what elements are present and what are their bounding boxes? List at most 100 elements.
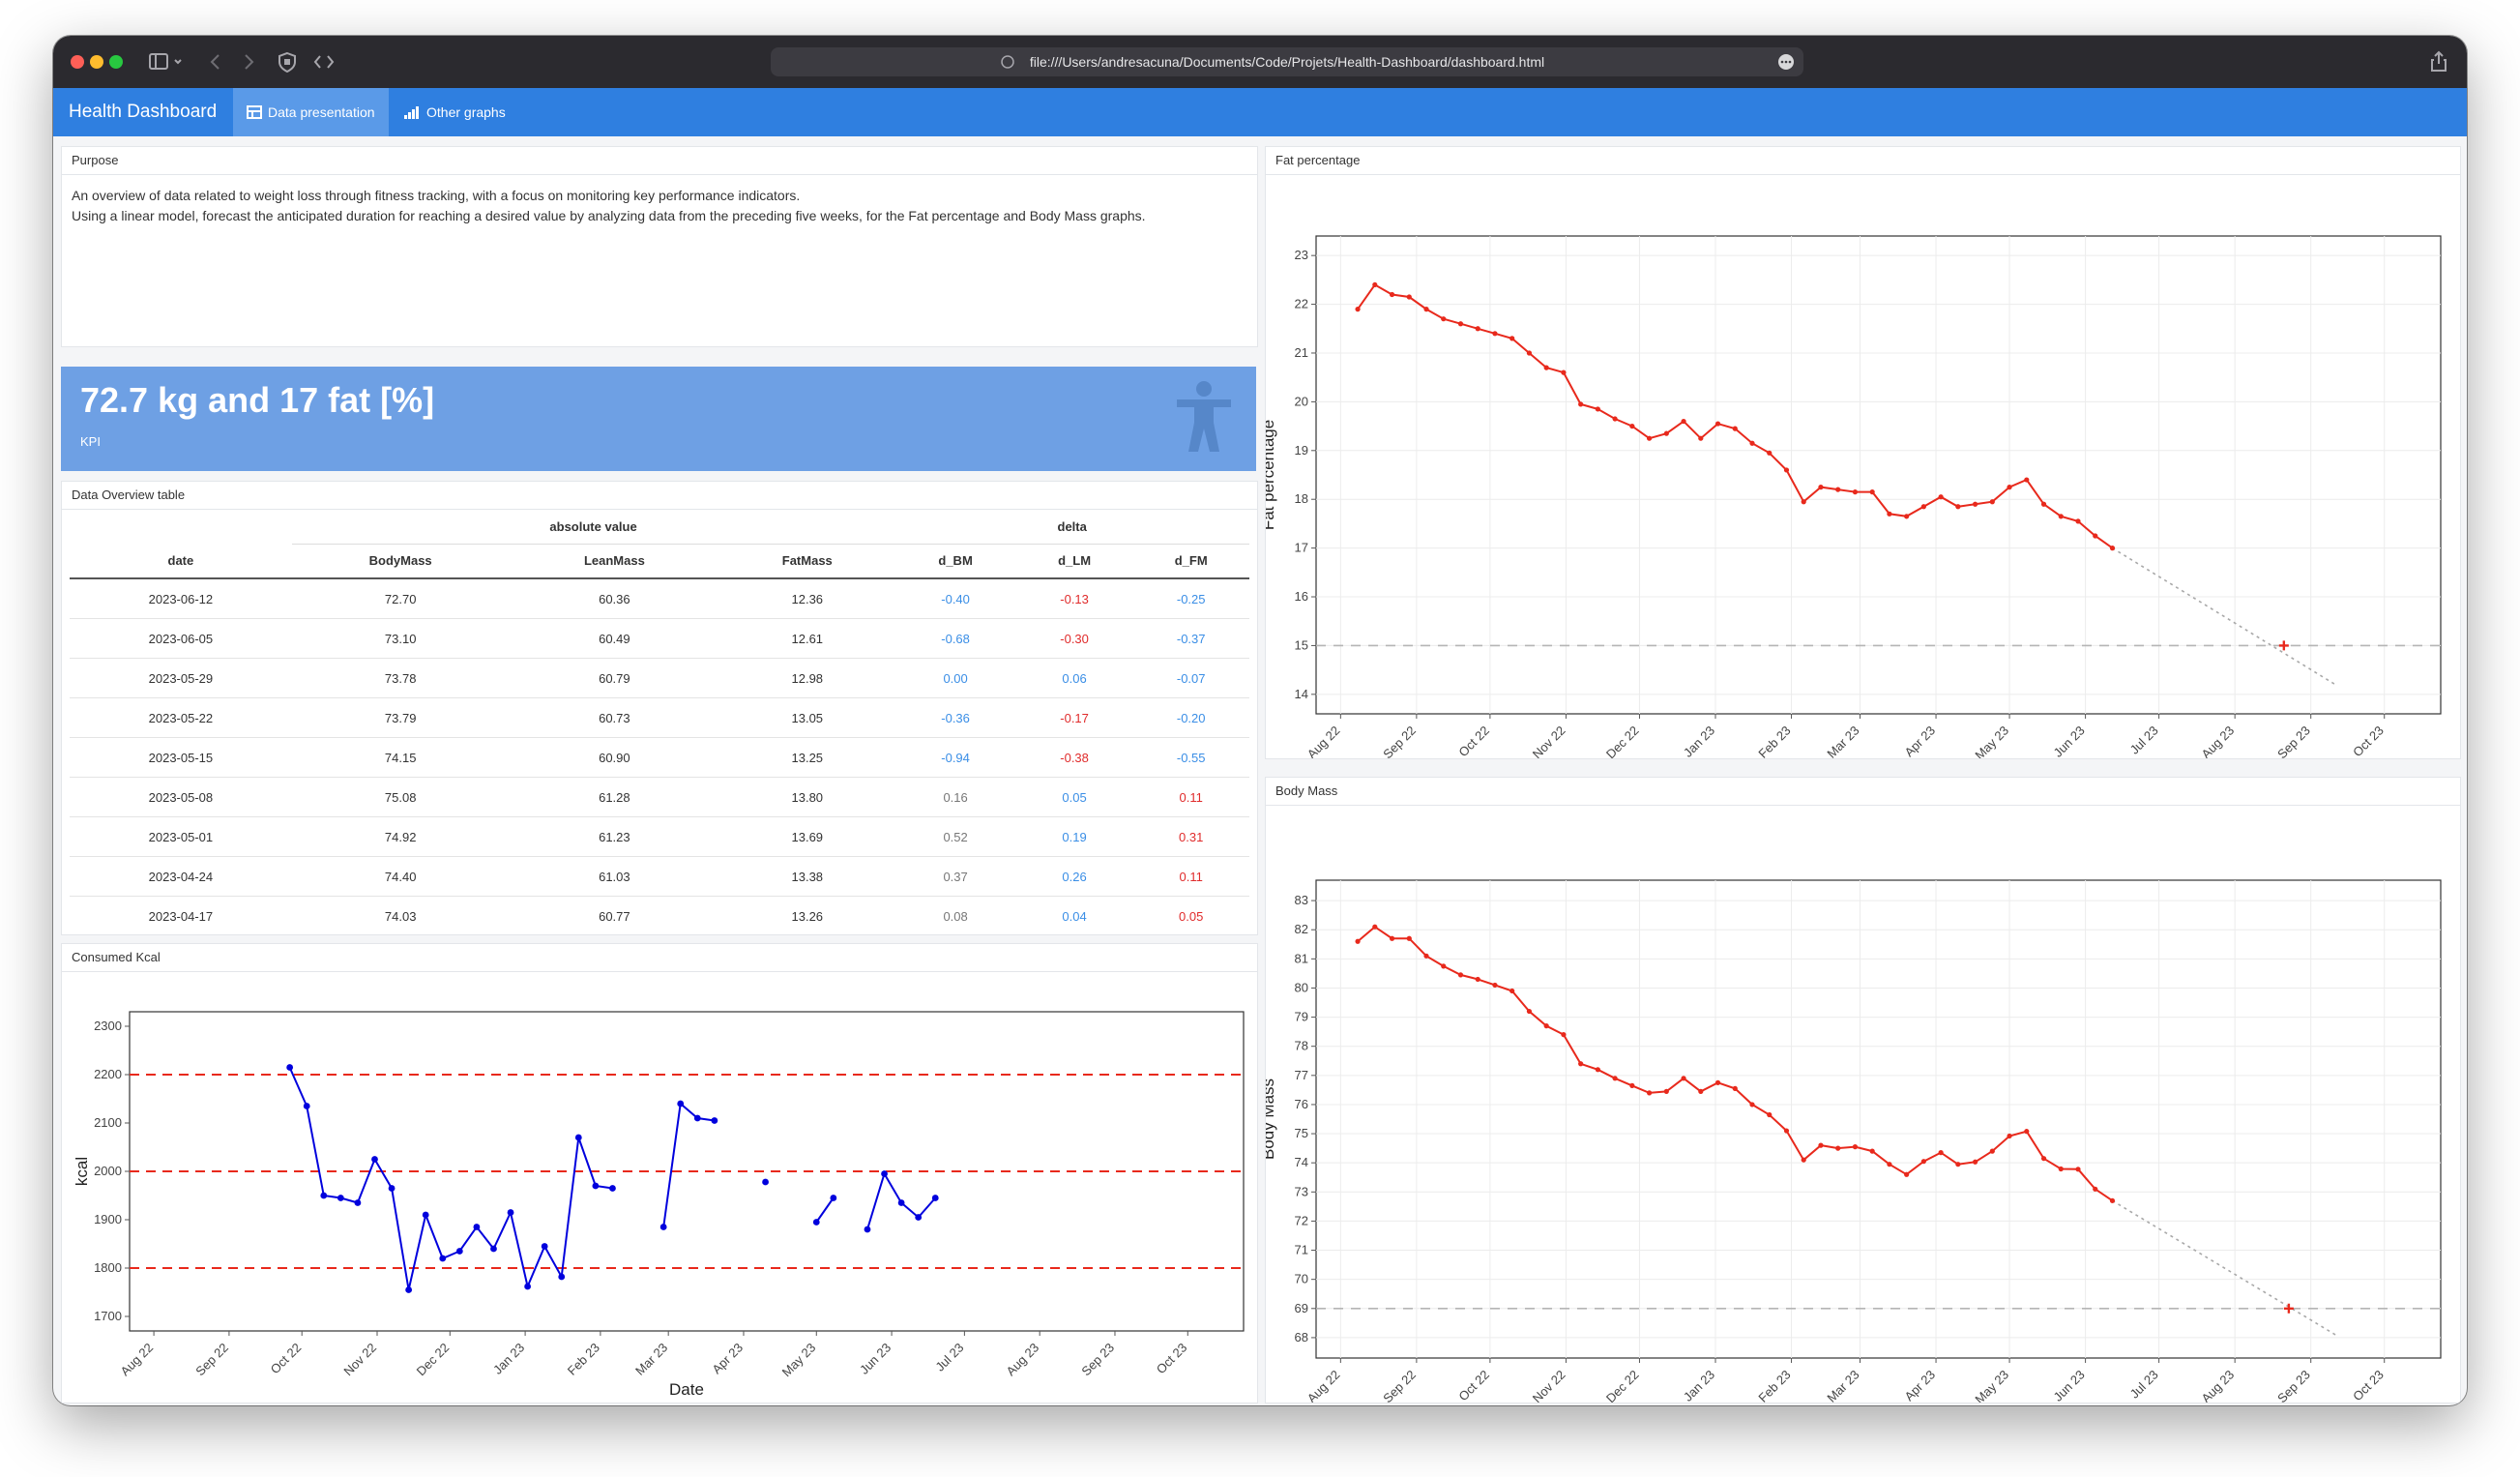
table-cell-leanmass: 61.03 xyxy=(509,856,720,897)
x-tick-label: Mar 23 xyxy=(632,1341,670,1378)
column-header-fatmass[interactable]: FatMass xyxy=(719,544,894,578)
data-point xyxy=(2058,1166,2064,1172)
table-cell-date: 2023-05-15 xyxy=(70,737,292,778)
x-tick-label: Nov 22 xyxy=(340,1341,379,1379)
y-tick-label: 16 xyxy=(1295,589,1308,604)
x-tick-label: Dec 22 xyxy=(1603,1368,1642,1403)
table-cell-leanmass: 60.73 xyxy=(509,697,720,738)
page-info-icon[interactable] xyxy=(1001,55,1014,74)
y-tick-label: 79 xyxy=(1295,1010,1308,1024)
back-arrow-icon[interactable] xyxy=(206,49,225,74)
data-overview-card: Data Overview table absolute value delta… xyxy=(61,481,1258,935)
data-point xyxy=(1681,418,1686,425)
table-cell-bodymass: 74.03 xyxy=(291,896,510,934)
table-cell-d-bm: 0.08 xyxy=(894,896,1016,934)
address-bar[interactable]: file:///Users/andresacuna/Documents/Code… xyxy=(771,47,1803,76)
kcal-card-title: Consumed Kcal xyxy=(62,944,1257,972)
purpose-line-1: An overview of data related to weight lo… xyxy=(72,188,801,203)
data-point xyxy=(830,1195,837,1201)
data-point xyxy=(1629,423,1635,429)
table-cell-date: 2023-05-01 xyxy=(70,816,292,857)
dashboard-brand[interactable]: Health Dashboard xyxy=(69,88,217,136)
table-cell-d-bm: 0.37 xyxy=(894,856,1016,897)
table-cell-d-lm: 0.26 xyxy=(1015,856,1133,897)
data-point xyxy=(1938,494,1944,500)
table-cell-bodymass: 74.92 xyxy=(291,816,510,857)
table-cell-bodymass: 72.70 xyxy=(291,578,510,619)
x-tick-label: Apr 23 xyxy=(1901,1368,1938,1403)
data-point xyxy=(1543,1023,1549,1029)
purpose-card-title: Purpose xyxy=(62,147,1257,175)
table-cell-d-fm: -0.07 xyxy=(1132,658,1249,698)
data-point xyxy=(1801,499,1806,505)
table-cell-fatmass: 12.61 xyxy=(719,618,895,659)
sidebar-toggle-icon[interactable] xyxy=(148,49,187,74)
table-cell-leanmass: 60.90 xyxy=(509,737,720,778)
table-cell-date: 2023-05-29 xyxy=(70,658,292,698)
y-tick-label: 19 xyxy=(1295,443,1308,458)
kcal-chart: 1700 1800 1900 2000 2100 2200 2300 Aug 22 Sep 22… xyxy=(73,1011,1245,1399)
data-point xyxy=(1714,421,1721,427)
table-cell-d-lm: -0.38 xyxy=(1015,737,1133,778)
data-point xyxy=(1406,935,1412,941)
data-point xyxy=(1423,953,1429,959)
y-tick-label: 72 xyxy=(1295,1213,1308,1227)
data-point xyxy=(422,1211,429,1219)
data-point xyxy=(1698,1088,1704,1094)
data-point xyxy=(1714,1079,1721,1085)
table-row: 2023-04-17 74.03 60.77 13.26 0.08 0.04 0.05 xyxy=(70,896,1249,934)
fat-card-title: Fat percentage xyxy=(1266,147,2460,175)
y-tick-label: 2100 xyxy=(94,1115,122,1130)
y-tick-label: 17 xyxy=(1295,541,1308,555)
forward-arrow-icon[interactable] xyxy=(239,49,258,74)
share-icon[interactable] xyxy=(2429,49,2448,74)
table-cell-date: 2023-05-08 xyxy=(70,777,292,817)
column-header-d-lm[interactable]: d_LM xyxy=(1016,544,1133,578)
data-point xyxy=(1646,435,1653,441)
y-tick-label: 20 xyxy=(1295,394,1308,408)
bar-chart-icon xyxy=(404,106,419,119)
table-cell-bodymass: 74.15 xyxy=(291,737,510,778)
more-options-icon[interactable] xyxy=(1778,54,1794,70)
y-tick-label: 73 xyxy=(1295,1184,1308,1198)
table-row: 2023-05-22 73.79 60.73 13.05 -0.36 -0.17 -0.20 xyxy=(70,697,1249,738)
data-point xyxy=(320,1192,328,1199)
x-tick-label: Jan 23 xyxy=(490,1341,527,1377)
shield-icon[interactable] xyxy=(276,49,299,74)
x-tick-label: Jun 23 xyxy=(2051,724,2088,758)
tab-data-presentation[interactable]: Data presentation xyxy=(233,88,389,136)
x-tick-label: Apr 23 xyxy=(1901,724,1938,758)
y-tick-label: 1700 xyxy=(94,1309,122,1323)
table-cell-bodymass: 73.10 xyxy=(291,618,510,659)
table-scroll-area[interactable]: absolute value delta date BodyMass LeanM… xyxy=(70,511,1249,934)
fat-percentage-chart: 14 15 16 17 18 19 20 21 22 23 Aug 22 Sep 22 Oct 22 No… xyxy=(1266,235,2442,758)
data-point xyxy=(1612,416,1618,422)
data-point xyxy=(337,1195,344,1201)
table-cell-fatmass: 12.98 xyxy=(719,658,895,698)
plot-panel xyxy=(1315,235,2442,715)
table-cell-d-bm: -0.36 xyxy=(894,697,1016,738)
data-point xyxy=(2058,514,2064,519)
y-tick-label: 83 xyxy=(1295,893,1308,907)
table-cell-fatmass: 13.26 xyxy=(719,896,895,934)
code-brackets-icon[interactable] xyxy=(312,49,336,74)
body-mass-chart: 68 69 70 71 72 73 74 75 76 77 78 79 80 81 82 83 Aug 22 Se… xyxy=(1266,879,2442,1403)
column-header-d-fm[interactable]: d_FM xyxy=(1132,544,1249,578)
y-tick-label: 22 xyxy=(1295,297,1308,311)
column-header-date[interactable]: date xyxy=(70,544,292,578)
data-point xyxy=(388,1185,396,1192)
tab-other-graphs[interactable]: Other graphs xyxy=(390,88,519,136)
table-cell-leanmass: 61.23 xyxy=(509,816,720,857)
table-icon xyxy=(247,105,262,119)
column-header-bodymass[interactable]: BodyMass xyxy=(292,544,510,578)
x-tick-label: Sep 22 xyxy=(1380,1368,1419,1403)
table-cell-date: 2023-04-24 xyxy=(70,856,292,897)
minimize-window-button[interactable] xyxy=(90,55,103,69)
y-axis-title: Fat percentage xyxy=(1266,420,1277,530)
x-tick-label: Aug 23 xyxy=(2199,724,2238,758)
column-header-leanmass[interactable]: LeanMass xyxy=(510,544,720,578)
close-window-button[interactable] xyxy=(71,55,84,69)
table-row: 2023-04-24 74.40 61.03 13.38 0.37 0.26 0.11 xyxy=(70,856,1249,897)
column-header-d-bm[interactable]: d_BM xyxy=(894,544,1015,578)
zoom-window-button[interactable] xyxy=(109,55,123,69)
